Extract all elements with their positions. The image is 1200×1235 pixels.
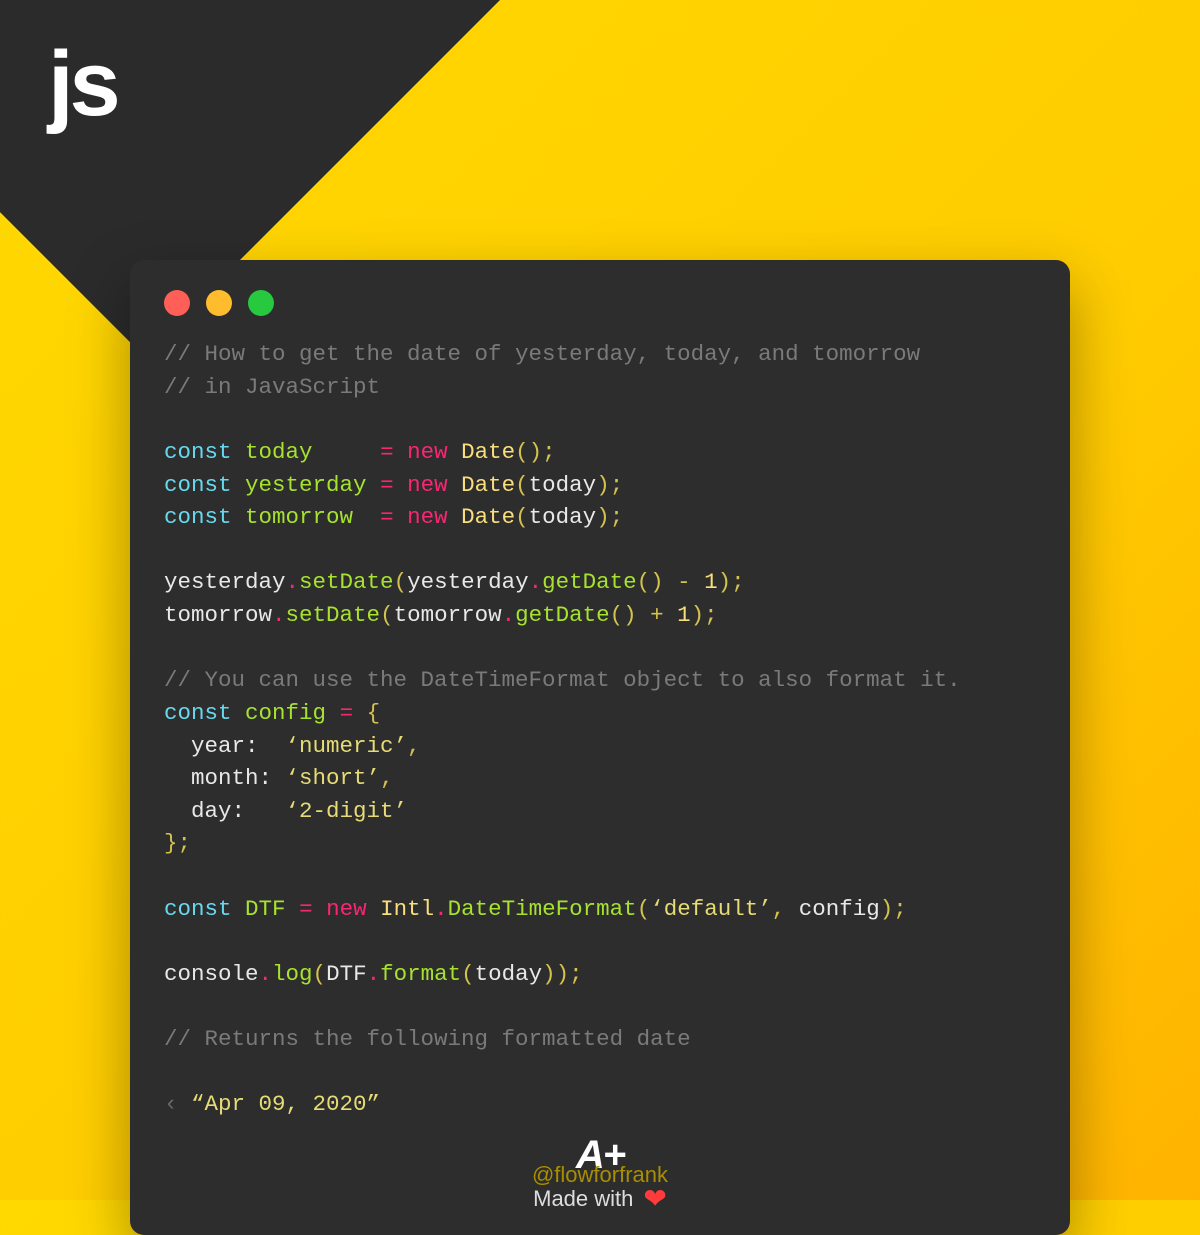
code-token: tomorrow bbox=[394, 602, 502, 628]
code-token: format bbox=[380, 961, 461, 987]
code-token: today bbox=[245, 439, 313, 465]
code-token: = bbox=[380, 472, 394, 498]
code-token: yesterday bbox=[164, 569, 286, 595]
code-token: . bbox=[529, 569, 543, 595]
code-token: )); bbox=[542, 961, 583, 987]
code-token: . bbox=[286, 569, 300, 595]
code-token: yesterday bbox=[245, 472, 367, 498]
code-token: ); bbox=[691, 602, 718, 628]
code-token: getDate bbox=[542, 569, 637, 595]
code-token: . bbox=[272, 602, 286, 628]
code-token: today bbox=[475, 961, 543, 987]
code-token: { bbox=[367, 700, 381, 726]
code-window: // How to get the date of yesterday, tod… bbox=[130, 260, 1070, 1235]
code-token: = bbox=[340, 700, 354, 726]
code-token: (); bbox=[515, 439, 556, 465]
code-token: . bbox=[367, 961, 381, 987]
code-token: ( bbox=[380, 602, 394, 628]
code-token: ( bbox=[637, 896, 651, 922]
code-token: ‘numeric’ bbox=[286, 733, 408, 759]
code-token: ); bbox=[596, 472, 623, 498]
code-token: year: bbox=[191, 733, 259, 759]
code-token: config bbox=[245, 700, 326, 726]
code-token: . bbox=[259, 961, 273, 987]
code-token: DateTimeFormat bbox=[448, 896, 637, 922]
code-token: yesterday bbox=[407, 569, 529, 595]
author-handle: @flowforfrank bbox=[0, 1162, 1200, 1188]
code-token: new bbox=[407, 472, 448, 498]
maximize-icon[interactable] bbox=[248, 290, 274, 316]
code-token: ( bbox=[515, 472, 529, 498]
close-icon[interactable] bbox=[164, 290, 190, 316]
code-token: Date bbox=[461, 472, 515, 498]
code-token: ‘short’ bbox=[286, 765, 381, 791]
code-token: getDate bbox=[515, 602, 610, 628]
code-token: Date bbox=[461, 504, 515, 530]
code-token: , bbox=[380, 765, 394, 791]
code-token: = bbox=[380, 439, 394, 465]
code-token: = bbox=[380, 504, 394, 530]
code-token: DTF bbox=[326, 961, 367, 987]
code-token: ( bbox=[394, 569, 408, 595]
code-token: , bbox=[407, 733, 421, 759]
code-token: today bbox=[529, 472, 597, 498]
output-value: “Apr 09, 2020” bbox=[191, 1091, 380, 1117]
code-token: ); bbox=[718, 569, 745, 595]
code-token: day: bbox=[191, 798, 245, 824]
code-token: tomorrow bbox=[245, 504, 353, 530]
code-comment: // in JavaScript bbox=[164, 374, 380, 400]
made-with-label: Made with bbox=[533, 1186, 633, 1212]
code-token: setDate bbox=[299, 569, 394, 595]
code-token: const bbox=[164, 504, 232, 530]
code-token: tomorrow bbox=[164, 602, 272, 628]
code-token: = bbox=[299, 896, 313, 922]
code-block: // How to get the date of yesterday, tod… bbox=[164, 338, 1036, 1121]
code-token: ); bbox=[880, 896, 907, 922]
code-token: ( bbox=[515, 504, 529, 530]
code-token: setDate bbox=[286, 602, 381, 628]
code-token: ); bbox=[596, 504, 623, 530]
code-token: console bbox=[164, 961, 259, 987]
code-token: . bbox=[434, 896, 448, 922]
code-token: 1 bbox=[677, 602, 691, 628]
code-token: 1 bbox=[704, 569, 718, 595]
code-comment: // How to get the date of yesterday, tod… bbox=[164, 341, 920, 367]
code-comment: // You can use the DateTimeFormat object… bbox=[164, 667, 961, 693]
code-token: , bbox=[772, 896, 799, 922]
code-comment: // Returns the following formatted date bbox=[164, 1026, 691, 1052]
code-token: () - bbox=[637, 569, 705, 595]
code-token: Date bbox=[461, 439, 515, 465]
output-caret: ‹ bbox=[164, 1091, 191, 1117]
code-token: ( bbox=[313, 961, 327, 987]
code-token: }; bbox=[164, 830, 191, 856]
code-token: ( bbox=[461, 961, 475, 987]
code-token: ‘2-digit’ bbox=[286, 798, 408, 824]
code-token: new bbox=[326, 896, 367, 922]
minimize-icon[interactable] bbox=[206, 290, 232, 316]
code-token: const bbox=[164, 439, 232, 465]
window-controls bbox=[164, 290, 1036, 316]
code-token: today bbox=[529, 504, 597, 530]
code-token: const bbox=[164, 896, 232, 922]
code-token: config bbox=[799, 896, 880, 922]
code-token: const bbox=[164, 700, 232, 726]
code-token: () + bbox=[610, 602, 678, 628]
code-token: DTF bbox=[245, 896, 286, 922]
code-token: const bbox=[164, 472, 232, 498]
code-token: month: bbox=[191, 765, 272, 791]
code-token: log bbox=[272, 961, 313, 987]
js-logo: js bbox=[48, 32, 117, 137]
code-token: new bbox=[407, 504, 448, 530]
code-token: new bbox=[407, 439, 448, 465]
code-token: . bbox=[502, 602, 516, 628]
code-token: ‘default’ bbox=[650, 896, 772, 922]
code-token: Intl bbox=[380, 896, 434, 922]
